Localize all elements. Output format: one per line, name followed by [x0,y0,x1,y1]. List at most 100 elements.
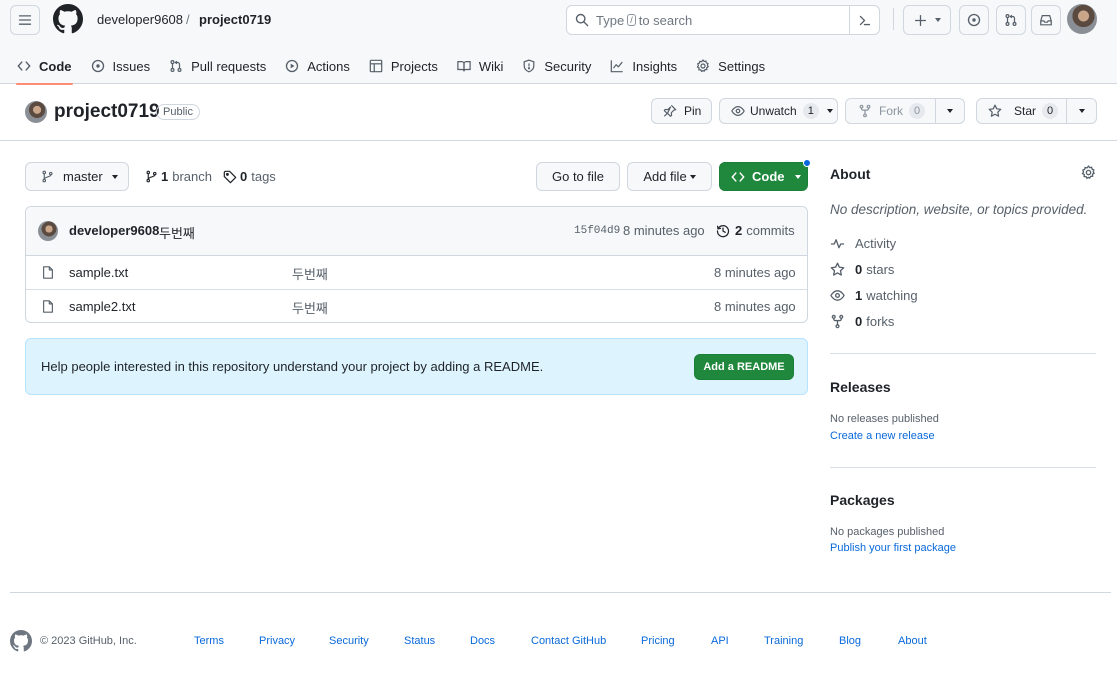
fork-dropdown-button[interactable] [936,109,964,113]
add-file-button[interactable]: Add file [627,162,712,191]
tab-issues[interactable]: Issues [82,48,160,84]
terminal-icon [859,15,871,25]
issue-icon [967,13,981,27]
add-readme-button[interactable]: Add a README [694,354,794,380]
footer-link-training[interactable]: Training [764,635,803,647]
forks-word: forks [866,314,895,329]
code-icon [17,61,31,71]
tab-code[interactable]: Code [8,48,81,85]
releases-heading[interactable]: Releases [830,379,891,395]
tab-label: Wiki [478,58,504,74]
footer-link-about[interactable]: About [898,635,927,647]
pull-requests-button[interactable] [996,5,1026,35]
fork-button[interactable]: Fork 0 [846,99,936,123]
unwatch-label: Unwatch [750,104,797,118]
chevron-down-icon [111,174,118,179]
footer-link-privacy[interactable]: Privacy [259,635,295,647]
star-dropdown-button[interactable] [1067,109,1096,113]
packages-heading[interactable]: Packages [830,492,895,508]
footer-link-contact[interactable]: Contact GitHub [531,635,606,647]
footer-link-pricing[interactable]: Pricing [641,635,675,647]
file-commit-message[interactable]: 두번째 [292,298,328,317]
tab-security[interactable]: Security [513,48,600,84]
commits-link[interactable]: 2 commits [716,223,795,238]
footer-link-api[interactable]: API [711,635,729,647]
footer-link-terms[interactable]: Terms [194,635,224,647]
file-icon [43,266,53,279]
footer-link-docs[interactable]: Docs [470,635,495,647]
go-to-file-button[interactable]: Go to file [536,162,620,191]
commit-author[interactable]: developer9608 [69,223,159,238]
star-button-group: Star 0 [976,98,1097,124]
pull-request-icon [1005,14,1017,26]
tag-icon [223,170,237,183]
pin-button[interactable]: Pin [651,98,712,124]
search-suffix: to search [638,12,693,28]
publish-package-link[interactable]: Publish your first package [830,542,956,554]
star-button[interactable]: Star 0 [977,99,1067,123]
pull-request-icon [170,60,182,72]
stars-count: 0 [855,262,863,277]
code-button[interactable]: Code [719,162,808,191]
commit-message[interactable]: 두번째 [159,223,195,242]
tab-wiki[interactable]: Wiki [448,48,513,84]
tab-label: Insights [632,58,678,74]
gear-icon [1081,165,1096,180]
owner-avatar[interactable] [25,101,47,123]
commit-sha[interactable]: 15f04d9 [574,225,620,237]
tab-projects[interactable]: Projects [360,48,447,84]
eye-icon [830,290,845,301]
inbox-icon [1040,15,1052,26]
menu-button[interactable] [10,5,40,35]
file-name[interactable]: sample2.txt [69,299,135,314]
edit-about-button[interactable] [1081,165,1096,180]
footer-link-status[interactable]: Status [404,635,435,647]
search-prefix: Type [596,12,625,28]
create-new-button[interactable] [903,5,951,35]
avatar[interactable] [1067,4,1097,34]
file-name[interactable]: sample.txt [69,265,128,280]
add-readme-label: Add a README [703,361,785,373]
github-logo-icon[interactable] [53,4,83,34]
inbox-button[interactable] [1031,5,1061,35]
branches-link[interactable]: 1 branch [145,169,212,184]
commit-author-avatar[interactable] [38,221,58,241]
tab-settings[interactable]: Settings [687,48,774,84]
tab-pull-requests[interactable]: Pull requests [160,48,275,84]
star-label: Star [1014,104,1037,118]
tab-insights[interactable]: Insights [601,48,686,84]
repo-name[interactable]: project0719 [54,101,160,123]
stars-link[interactable]: 0 stars [830,262,894,277]
forks-link[interactable]: 0 forks [830,314,894,329]
pin-icon [663,104,677,117]
command-palette-button[interactable] [849,6,879,34]
tab-label: Pull requests [191,58,267,74]
footer-link-blog[interactable]: Blog [839,635,861,647]
graph-icon [611,60,624,73]
notification-dot [803,159,811,167]
tab-actions[interactable]: Actions [276,48,359,84]
code-icon [731,171,745,182]
breadcrumb-owner[interactable]: developer9608 [97,12,183,27]
branch-word: branch [172,169,212,184]
file-commit-message[interactable]: 두번째 [292,264,328,283]
add-file-label: Add file [643,169,687,184]
issues-button[interactable] [959,5,989,35]
branch-icon [146,170,157,183]
watching-count: 1 [855,288,863,303]
watching-link[interactable]: 1 watching [830,288,918,303]
unwatch-button[interactable]: Unwatch 1 [719,98,838,124]
activity-link[interactable]: Activity [830,236,896,251]
create-release-link[interactable]: Create a new release [830,430,935,442]
commit-time: 8 minutes ago [623,223,705,238]
github-footer-logo-icon[interactable] [10,630,32,652]
search-input[interactable]: Type / to search [566,5,880,35]
play-icon [286,59,299,73]
hamburger-icon [18,15,32,25]
breadcrumb-repo[interactable]: project0719 [199,12,271,27]
chevron-down-icon [689,174,696,179]
tags-link[interactable]: 0 tags [223,169,276,184]
breadcrumb-separator: / [186,12,190,27]
footer-link-security[interactable]: Security [329,635,369,647]
branch-selector[interactable]: master [25,162,129,191]
